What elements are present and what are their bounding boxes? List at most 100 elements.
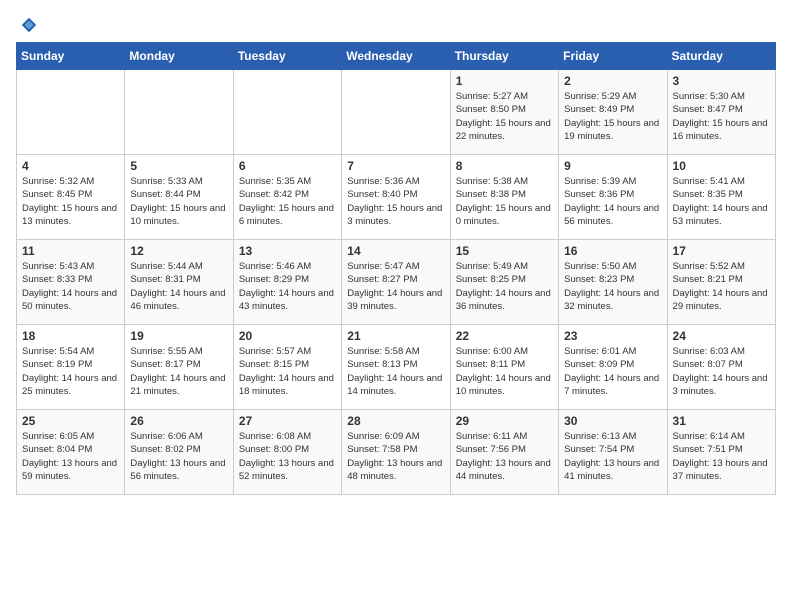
- calendar-cell: 6 Sunrise: 5:35 AM Sunset: 8:42 PM Dayli…: [233, 155, 341, 240]
- day-info: Sunrise: 5:57 AM Sunset: 8:15 PM Dayligh…: [239, 345, 336, 398]
- calendar-cell: 17 Sunrise: 5:52 AM Sunset: 8:21 PM Dayl…: [667, 240, 775, 325]
- day-number: 28: [347, 414, 444, 428]
- day-info: Sunrise: 6:13 AM Sunset: 7:54 PM Dayligh…: [564, 430, 661, 483]
- day-number: 13: [239, 244, 336, 258]
- day-info: Sunrise: 5:27 AM Sunset: 8:50 PM Dayligh…: [456, 90, 553, 143]
- calendar-cell: 11 Sunrise: 5:43 AM Sunset: 8:33 PM Dayl…: [17, 240, 125, 325]
- day-info: Sunrise: 6:03 AM Sunset: 8:07 PM Dayligh…: [673, 345, 770, 398]
- day-number: 6: [239, 159, 336, 173]
- day-info: Sunrise: 6:08 AM Sunset: 8:00 PM Dayligh…: [239, 430, 336, 483]
- day-info: Sunrise: 5:41 AM Sunset: 8:35 PM Dayligh…: [673, 175, 770, 228]
- calendar-cell: 24 Sunrise: 6:03 AM Sunset: 8:07 PM Dayl…: [667, 325, 775, 410]
- day-info: Sunrise: 5:46 AM Sunset: 8:29 PM Dayligh…: [239, 260, 336, 313]
- calendar-cell: [125, 70, 233, 155]
- day-info: Sunrise: 5:33 AM Sunset: 8:44 PM Dayligh…: [130, 175, 227, 228]
- day-info: Sunrise: 5:29 AM Sunset: 8:49 PM Dayligh…: [564, 90, 661, 143]
- calendar-cell: 18 Sunrise: 5:54 AM Sunset: 8:19 PM Dayl…: [17, 325, 125, 410]
- calendar-cell: 8 Sunrise: 5:38 AM Sunset: 8:38 PM Dayli…: [450, 155, 558, 240]
- day-number: 14: [347, 244, 444, 258]
- day-info: Sunrise: 5:50 AM Sunset: 8:23 PM Dayligh…: [564, 260, 661, 313]
- calendar-cell: 20 Sunrise: 5:57 AM Sunset: 8:15 PM Dayl…: [233, 325, 341, 410]
- calendar-cell: 1 Sunrise: 5:27 AM Sunset: 8:50 PM Dayli…: [450, 70, 558, 155]
- calendar-cell: 15 Sunrise: 5:49 AM Sunset: 8:25 PM Dayl…: [450, 240, 558, 325]
- day-info: Sunrise: 5:54 AM Sunset: 8:19 PM Dayligh…: [22, 345, 119, 398]
- day-info: Sunrise: 6:14 AM Sunset: 7:51 PM Dayligh…: [673, 430, 770, 483]
- day-number: 4: [22, 159, 119, 173]
- logo: [16, 16, 38, 34]
- calendar-cell: 30 Sunrise: 6:13 AM Sunset: 7:54 PM Dayl…: [559, 410, 667, 495]
- day-header-friday: Friday: [559, 43, 667, 70]
- day-info: Sunrise: 5:36 AM Sunset: 8:40 PM Dayligh…: [347, 175, 444, 228]
- calendar-cell: 2 Sunrise: 5:29 AM Sunset: 8:49 PM Dayli…: [559, 70, 667, 155]
- calendar-cell: 28 Sunrise: 6:09 AM Sunset: 7:58 PM Dayl…: [342, 410, 450, 495]
- day-number: 31: [673, 414, 770, 428]
- day-info: Sunrise: 5:35 AM Sunset: 8:42 PM Dayligh…: [239, 175, 336, 228]
- calendar-cell: 23 Sunrise: 6:01 AM Sunset: 8:09 PM Dayl…: [559, 325, 667, 410]
- day-info: Sunrise: 5:38 AM Sunset: 8:38 PM Dayligh…: [456, 175, 553, 228]
- day-number: 16: [564, 244, 661, 258]
- day-number: 9: [564, 159, 661, 173]
- calendar-cell: 5 Sunrise: 5:33 AM Sunset: 8:44 PM Dayli…: [125, 155, 233, 240]
- day-number: 21: [347, 329, 444, 343]
- day-number: 19: [130, 329, 227, 343]
- day-number: 22: [456, 329, 553, 343]
- day-header-tuesday: Tuesday: [233, 43, 341, 70]
- calendar-cell: 26 Sunrise: 6:06 AM Sunset: 8:02 PM Dayl…: [125, 410, 233, 495]
- calendar-cell: 29 Sunrise: 6:11 AM Sunset: 7:56 PM Dayl…: [450, 410, 558, 495]
- day-info: Sunrise: 5:58 AM Sunset: 8:13 PM Dayligh…: [347, 345, 444, 398]
- day-number: 25: [22, 414, 119, 428]
- logo-icon: [20, 16, 38, 34]
- calendar-cell: 31 Sunrise: 6:14 AM Sunset: 7:51 PM Dayl…: [667, 410, 775, 495]
- day-number: 7: [347, 159, 444, 173]
- calendar-cell: 3 Sunrise: 5:30 AM Sunset: 8:47 PM Dayli…: [667, 70, 775, 155]
- day-number: 11: [22, 244, 119, 258]
- calendar-cell: 25 Sunrise: 6:05 AM Sunset: 8:04 PM Dayl…: [17, 410, 125, 495]
- calendar-cell: [17, 70, 125, 155]
- day-info: Sunrise: 5:32 AM Sunset: 8:45 PM Dayligh…: [22, 175, 119, 228]
- day-info: Sunrise: 6:11 AM Sunset: 7:56 PM Dayligh…: [456, 430, 553, 483]
- calendar-cell: 13 Sunrise: 5:46 AM Sunset: 8:29 PM Dayl…: [233, 240, 341, 325]
- day-number: 2: [564, 74, 661, 88]
- day-number: 23: [564, 329, 661, 343]
- day-info: Sunrise: 6:06 AM Sunset: 8:02 PM Dayligh…: [130, 430, 227, 483]
- day-header-thursday: Thursday: [450, 43, 558, 70]
- day-number: 18: [22, 329, 119, 343]
- day-info: Sunrise: 6:01 AM Sunset: 8:09 PM Dayligh…: [564, 345, 661, 398]
- calendar-cell: 10 Sunrise: 5:41 AM Sunset: 8:35 PM Dayl…: [667, 155, 775, 240]
- day-info: Sunrise: 5:55 AM Sunset: 8:17 PM Dayligh…: [130, 345, 227, 398]
- day-number: 27: [239, 414, 336, 428]
- calendar-cell: [233, 70, 341, 155]
- day-info: Sunrise: 5:44 AM Sunset: 8:31 PM Dayligh…: [130, 260, 227, 313]
- calendar-cell: 4 Sunrise: 5:32 AM Sunset: 8:45 PM Dayli…: [17, 155, 125, 240]
- day-header-saturday: Saturday: [667, 43, 775, 70]
- day-info: Sunrise: 6:09 AM Sunset: 7:58 PM Dayligh…: [347, 430, 444, 483]
- day-info: Sunrise: 6:00 AM Sunset: 8:11 PM Dayligh…: [456, 345, 553, 398]
- day-number: 8: [456, 159, 553, 173]
- calendar-cell: 16 Sunrise: 5:50 AM Sunset: 8:23 PM Dayl…: [559, 240, 667, 325]
- day-info: Sunrise: 6:05 AM Sunset: 8:04 PM Dayligh…: [22, 430, 119, 483]
- day-info: Sunrise: 5:39 AM Sunset: 8:36 PM Dayligh…: [564, 175, 661, 228]
- day-number: 17: [673, 244, 770, 258]
- day-info: Sunrise: 5:30 AM Sunset: 8:47 PM Dayligh…: [673, 90, 770, 143]
- day-number: 15: [456, 244, 553, 258]
- day-info: Sunrise: 5:43 AM Sunset: 8:33 PM Dayligh…: [22, 260, 119, 313]
- day-number: 30: [564, 414, 661, 428]
- day-header-monday: Monday: [125, 43, 233, 70]
- day-number: 29: [456, 414, 553, 428]
- page-header: [16, 16, 776, 34]
- day-number: 1: [456, 74, 553, 88]
- day-number: 26: [130, 414, 227, 428]
- day-info: Sunrise: 5:49 AM Sunset: 8:25 PM Dayligh…: [456, 260, 553, 313]
- calendar-cell: 19 Sunrise: 5:55 AM Sunset: 8:17 PM Dayl…: [125, 325, 233, 410]
- day-number: 24: [673, 329, 770, 343]
- day-header-sunday: Sunday: [17, 43, 125, 70]
- calendar-cell: 14 Sunrise: 5:47 AM Sunset: 8:27 PM Dayl…: [342, 240, 450, 325]
- calendar-cell: 22 Sunrise: 6:00 AM Sunset: 8:11 PM Dayl…: [450, 325, 558, 410]
- calendar-cell: 12 Sunrise: 5:44 AM Sunset: 8:31 PM Dayl…: [125, 240, 233, 325]
- day-info: Sunrise: 5:52 AM Sunset: 8:21 PM Dayligh…: [673, 260, 770, 313]
- day-number: 3: [673, 74, 770, 88]
- day-number: 12: [130, 244, 227, 258]
- calendar-cell: 7 Sunrise: 5:36 AM Sunset: 8:40 PM Dayli…: [342, 155, 450, 240]
- day-info: Sunrise: 5:47 AM Sunset: 8:27 PM Dayligh…: [347, 260, 444, 313]
- day-number: 10: [673, 159, 770, 173]
